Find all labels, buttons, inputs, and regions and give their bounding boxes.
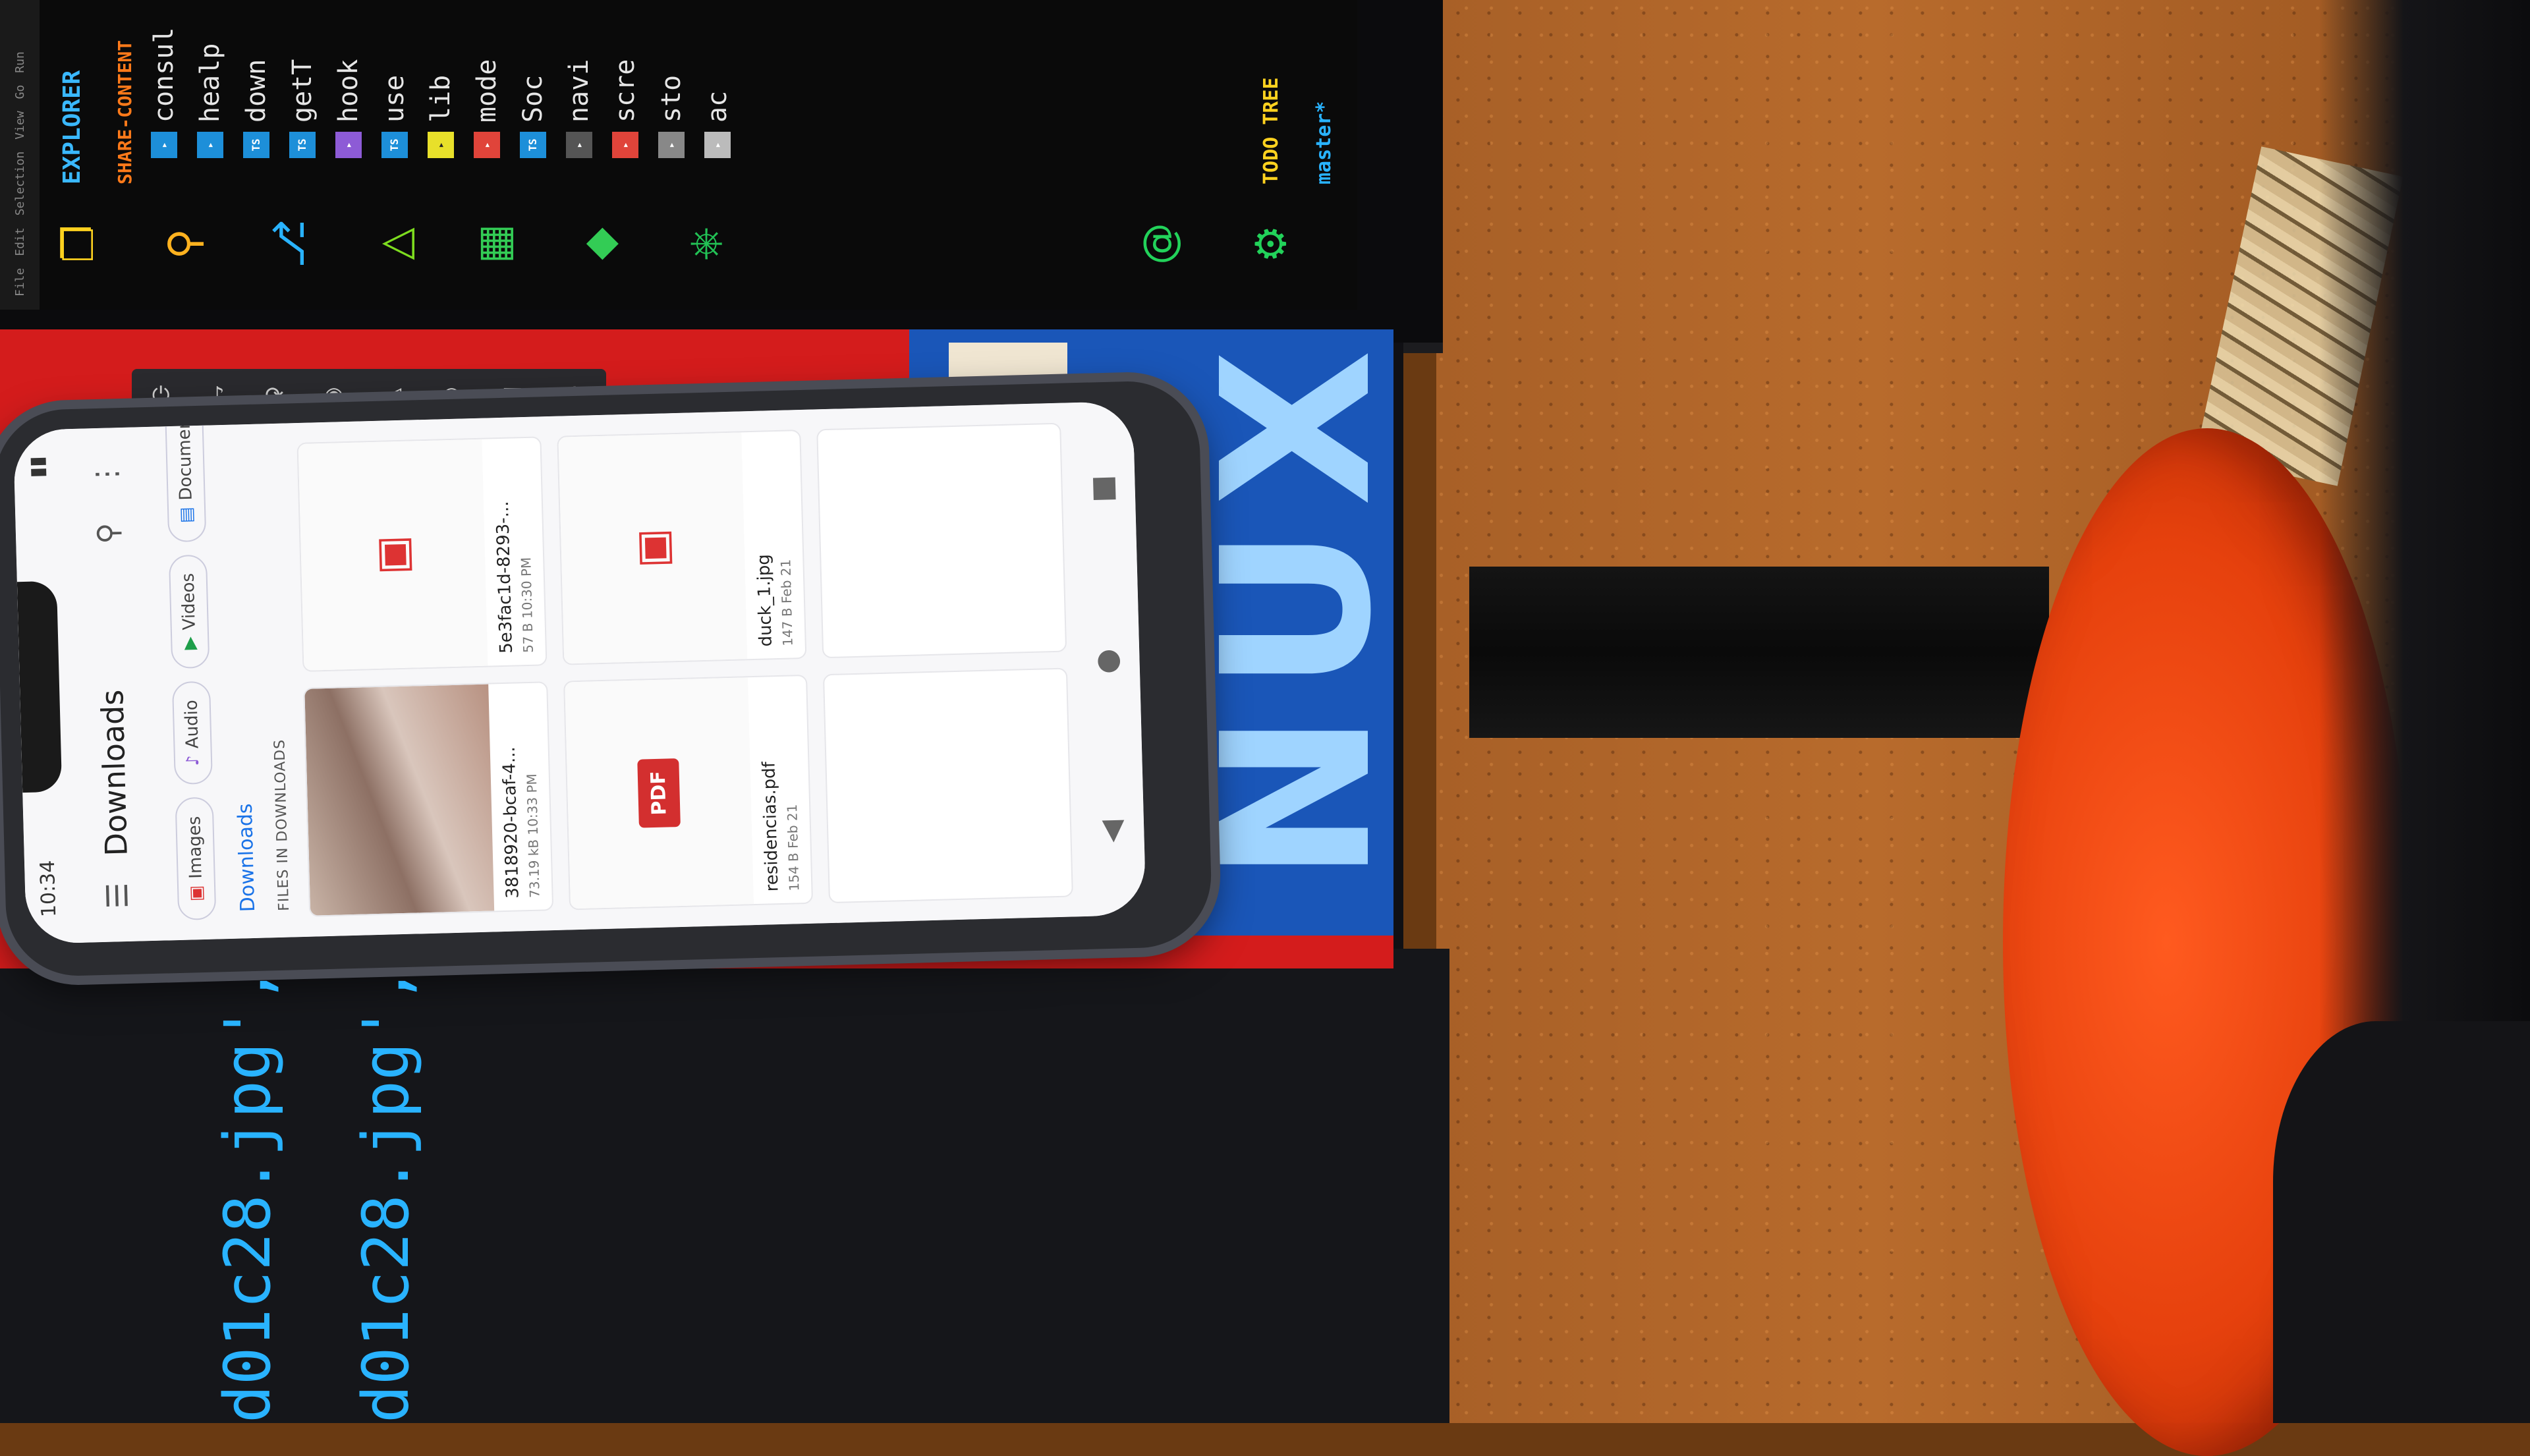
menu-icon[interactable]: ☰ [100,876,135,916]
menu-selection[interactable]: Selection [13,152,27,216]
video-icon: ▶ [180,636,200,650]
file-card[interactable]: ▣ 5e3fac1d-8293-... 57 B 10:30 PM [296,436,548,672]
monitor-stand-arm [1469,567,2049,738]
navigation-bar: ◀ ● ■ [1067,401,1146,916]
file-card[interactable]: ▣ duck_1.jpg 147 B Feb 21 [556,430,807,665]
file-name: 5e3fac1d-8293-... [492,501,517,654]
extensions-icon[interactable]: ▦ [468,217,520,270]
tree-item[interactable]: ▸ mode [468,59,506,158]
breadcrumb[interactable]: Downloads [234,803,260,912]
file-grid: 3818920-bcaf-4... 73.19 kB 10:33 PM ▣ 5e… [296,422,1073,917]
power-icon[interactable]: ⏻ [152,382,170,408]
ts-file-icon: TS [243,132,269,158]
tree-item[interactable]: ▸ scre [606,59,644,158]
back-icon[interactable]: ◀ [1094,820,1128,843]
file-meta: 57 B 10:30 PM [517,557,536,654]
menu-view[interactable]: View [13,111,27,139]
file-meta: 73.19 kB 10:33 PM [523,773,543,899]
section-header: FILES IN DOWNLOADS [271,739,293,912]
search-icon[interactable]: ⚲ [158,217,211,270]
menu-run[interactable]: Run [13,51,27,73]
tree-item[interactable]: ▸ consul [145,28,183,158]
explorer-title: EXPLORER [58,70,86,184]
pdf-badge: PDF [637,758,681,828]
file-card[interactable]: PDF residencias.pdf 154 B Feb 21 [563,674,814,910]
app-title: Downloads [94,689,134,857]
folder-icon: ▸ [612,132,638,158]
git-branch-label[interactable]: master* [1305,101,1343,184]
filter-chips: ▣ Images ♪ Audio ▶ Videos ▤ Documents [152,401,231,940]
source-control-icon[interactable]: ⎇ [264,217,316,270]
home-icon[interactable]: ● [1090,648,1124,675]
folder-icon: ▸ [566,132,592,158]
code-snippet: d01c28.jpg', d01c28.jpg', [184,966,843,1423]
folder-icon: ▸ [151,132,177,158]
tree-item[interactable]: ▸ lib [422,75,460,158]
tree-item[interactable]: TS Soc [514,75,552,158]
status-bar: 10:34 ▮▮ [13,429,72,944]
folder-icon: ▸ [428,132,454,158]
file-name: residencias.pdf [759,761,783,892]
phone-screen: 10:34 ▮▮ ☰ Downloads ⚲ ⋮ ▣ Images ♪ Audio … [13,401,1146,945]
image-icon: ▣ [186,885,207,902]
tree-item[interactable]: TS down [237,59,275,158]
chip-images[interactable]: ▣ Images [175,797,217,920]
music-icon: ♪ [183,754,204,767]
tree-item[interactable]: TS use [376,75,414,158]
todo-tree-label[interactable]: TODO TREE [1252,77,1290,184]
file-card-empty [823,667,1073,904]
docker-icon[interactable]: ◆ [573,217,626,270]
folder-icon: ▸ [474,132,500,158]
settings-icon[interactable]: ⚙ [1245,217,1298,270]
tree-item[interactable]: ▸ healp [191,43,229,158]
files-icon[interactable]: ❐ [53,217,105,270]
file-thumbnail [304,684,494,916]
file-card[interactable]: 3818920-bcaf-4... 73.19 kB 10:33 PM [303,681,553,917]
ts-file-icon: TS [289,132,316,158]
menu-go[interactable]: Go [13,85,27,99]
menu-file[interactable]: File [13,268,27,296]
battery-icon: ▮▮ [25,455,49,478]
file-name: 3818920-bcaf-4... [499,746,523,899]
code-line: d01c28.jpg', [349,966,423,1423]
file-name: duck_1.jpg [754,553,777,647]
folder-icon: ▸ [704,132,731,158]
dark-cloth-lower [2273,1021,2530,1423]
tree-item[interactable]: TS getT [283,59,322,158]
folder-icon: ▸ [197,132,223,158]
tree-item[interactable]: ▸ hook [329,59,368,158]
run-debug-icon[interactable]: △ [369,217,422,270]
status-time: 10:34 [36,860,61,918]
tree-item[interactable]: ▸ sto [652,75,690,158]
code-line: d01c28.jpg', [211,966,285,1423]
editor-menubar: File Edit Selection View Go Run [0,0,40,310]
smartphone: 10:34 ▮▮ ☰ Downloads ⚲ ⋮ ▣ Images ♪ Audio … [0,379,1213,978]
file-meta: 154 B Feb 21 [784,804,802,891]
file-meta: 147 B Feb 21 [777,559,797,646]
search-icon[interactable]: ⚲ [91,513,126,553]
explorer-section-title[interactable]: SHARE-CONTENT [105,40,144,184]
image-file-icon: ▣ [558,432,748,664]
chip-audio[interactable]: ♪ Audio [171,681,213,785]
tree-item[interactable]: ▸ navi [560,59,598,158]
app-bar: ☰ Downloads ⚲ ⋮ [66,427,158,943]
folder-icon: ▸ [335,132,362,158]
pdf-file-icon: PDF [564,677,754,909]
tree-item[interactable]: ▸ ac [698,91,737,158]
code-editor: File Edit Selection View Go Run ❐ ⚲ ⎇ △ … [0,0,1357,310]
ts-file-icon: TS [381,132,408,158]
recents-icon[interactable]: ■ [1085,474,1119,503]
kubernetes-icon[interactable]: ⎈ [679,217,731,270]
image-file-icon: ▣ [298,439,488,671]
document-icon: ▤ [176,507,197,524]
menu-edit[interactable]: Edit [13,227,27,256]
ts-file-icon: TS [520,132,546,158]
account-icon[interactable]: @ [1133,217,1186,270]
chip-documents[interactable]: ▤ Documents [164,401,207,542]
file-card-empty [816,422,1067,659]
folder-icon: ▸ [658,132,685,158]
more-options-icon[interactable]: ⋮ [89,454,124,494]
chip-videos[interactable]: ▶ Videos [168,554,210,669]
